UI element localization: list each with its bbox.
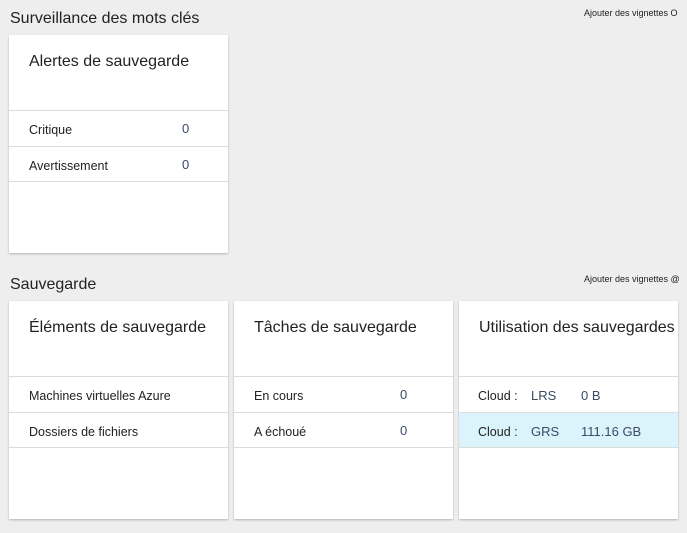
storage-amount: 0 B <box>581 388 601 403</box>
alert-row-critical[interactable]: Critique 0 <box>9 110 228 146</box>
backup-items-tile[interactable]: Éléments de sauvegarde Machines virtuell… <box>9 301 228 519</box>
row-label: Cloud : <box>478 425 518 439</box>
add-tiles-link-monitoring[interactable]: Ajouter des vignettes O <box>584 8 678 18</box>
usage-row-grs[interactable]: Cloud : GRS 111.16 GB <box>459 412 678 448</box>
row-value: 0 <box>182 157 190 172</box>
redundancy-type: LRS <box>531 388 557 403</box>
add-tiles-link-backup[interactable]: Ajouter des vignettes @ <box>584 274 680 284</box>
row-label: Dossiers de fichiers <box>29 425 139 439</box>
row-label: A échoué <box>254 425 307 439</box>
backup-jobs-tile[interactable]: Tâches de sauvegarde En cours 0 A échoué… <box>234 301 453 519</box>
backup-alerts-tile[interactable]: Alertes de sauvegarde Critique 0 Avertis… <box>9 35 228 253</box>
tile-title: Utilisation des sauvegardes <box>479 319 675 336</box>
redundancy-type: GRS <box>531 424 560 439</box>
row-value: 0 <box>400 423 408 438</box>
row-value: 0 <box>182 121 190 136</box>
row-label: En cours <box>254 389 304 403</box>
usage-row-lrs[interactable]: Cloud : LRS 0 B <box>459 376 678 412</box>
tile-title: Alertes de sauvegarde <box>29 53 190 70</box>
section-title-monitoring: Surveillance des mots clés <box>10 10 200 27</box>
item-row-azure-vms[interactable]: Machines virtuelles Azure <box>9 376 228 412</box>
row-label: Cloud : <box>478 389 518 403</box>
job-row-in-progress[interactable]: En cours 0 <box>234 376 453 412</box>
row-value: 0 <box>400 387 408 402</box>
section-title-backup: Sauvegarde <box>10 276 97 293</box>
job-row-failed[interactable]: A échoué 0 <box>234 412 453 448</box>
row-label: Critique <box>29 123 73 137</box>
tile-title: Éléments de sauvegarde <box>29 319 206 336</box>
row-label: Machines virtuelles Azure <box>29 389 171 403</box>
backup-usage-tile[interactable]: Utilisation des sauvegardes Cloud : LRS … <box>459 301 678 519</box>
item-row-file-folders[interactable]: Dossiers de fichiers <box>9 412 228 448</box>
alert-row-warning[interactable]: Avertissement 0 <box>9 146 228 182</box>
row-label: Avertissement <box>29 159 108 173</box>
storage-amount: 111.16 GB <box>581 424 642 439</box>
tile-title: Tâches de sauvegarde <box>254 319 417 336</box>
